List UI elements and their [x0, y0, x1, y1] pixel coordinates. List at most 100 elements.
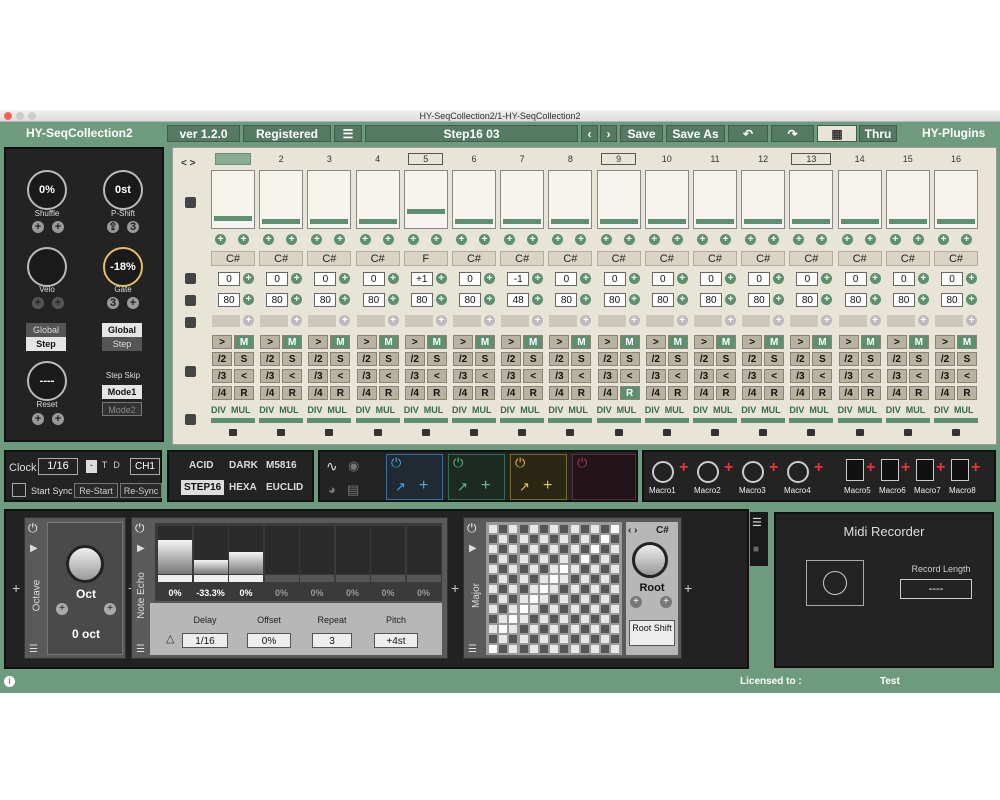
scale-cell[interactable] — [489, 545, 497, 553]
step-control-button[interactable]: M — [908, 335, 929, 349]
scale-cell[interactable] — [509, 595, 518, 603]
step-control-button[interactable]: > — [212, 335, 232, 349]
step-control-button[interactable]: R — [860, 386, 881, 400]
step-plus-icon[interactable]: + — [841, 234, 853, 245]
slot-plus-icon[interactable]: + — [917, 315, 929, 326]
echo-slider[interactable] — [158, 575, 192, 582]
slot-plus-icon[interactable]: + — [532, 315, 544, 326]
scale-cell[interactable] — [580, 645, 589, 653]
mul-button[interactable]: MUL — [713, 405, 733, 415]
scale-cell[interactable] — [601, 535, 610, 543]
open-icon[interactable]: ↗ — [395, 479, 406, 495]
mul-button[interactable]: MUL — [954, 405, 974, 415]
step-gate-bar[interactable] — [789, 418, 834, 423]
device-menu-icon[interactable]: ☰ — [468, 644, 477, 655]
scale-cell[interactable] — [580, 615, 589, 623]
step-velocity[interactable]: 80 — [555, 293, 578, 307]
scale-cell[interactable] — [591, 605, 599, 613]
mul-button[interactable]: MUL — [761, 405, 781, 415]
restart-button[interactable]: Re-Start — [74, 483, 118, 498]
step-control-button[interactable]: < — [619, 369, 640, 383]
scale-cell[interactable] — [540, 585, 548, 593]
scale-cell[interactable] — [529, 575, 538, 583]
scale-cell[interactable] — [519, 565, 528, 573]
lock-icon[interactable] — [566, 429, 575, 436]
slot-plus-icon[interactable]: + — [773, 315, 785, 326]
step-control-button[interactable]: R — [523, 386, 544, 400]
step-velocity[interactable]: 80 — [651, 293, 674, 307]
macro-knob[interactable] — [652, 461, 674, 483]
scale-cell[interactable] — [489, 595, 497, 603]
open-icon[interactable]: ↗ — [457, 479, 468, 495]
scale-cell[interactable] — [601, 615, 610, 623]
step-control-button[interactable]: /3 — [694, 369, 714, 383]
pshift-hold-button[interactable]: ⇪ — [107, 221, 119, 233]
scale-cell[interactable] — [550, 535, 559, 543]
scale-cell[interactable] — [519, 545, 528, 553]
step-control-button[interactable]: M — [812, 335, 833, 349]
step-control-button[interactable]: S — [860, 352, 881, 366]
step-number[interactable]: 15 — [885, 154, 931, 164]
scale-cell[interactable] — [529, 605, 538, 613]
scale-cell[interactable] — [509, 535, 518, 543]
echo-slider[interactable] — [229, 575, 263, 582]
step-control-button[interactable]: /3 — [501, 369, 522, 383]
step-control-button[interactable]: S — [667, 352, 688, 366]
scale-cell[interactable] — [570, 635, 579, 643]
scale-cell[interactable] — [601, 555, 610, 563]
macro-slot[interactable] — [951, 459, 969, 481]
step-control-button[interactable]: /4 — [886, 386, 907, 400]
scale-cell[interactable] — [489, 555, 497, 563]
echo-bar[interactable] — [193, 526, 228, 574]
echo-bar[interactable] — [335, 526, 370, 574]
scale-cell[interactable] — [591, 595, 599, 603]
camera-icon[interactable]: ◉ — [348, 458, 359, 474]
record-icon[interactable]: ◕ — [328, 482, 336, 497]
step-level-bar[interactable] — [500, 170, 545, 229]
step-control-button[interactable]: /4 — [790, 386, 811, 400]
step-note[interactable]: C# — [789, 251, 834, 266]
step-control-button[interactable]: < — [378, 369, 399, 383]
global-toggle-2[interactable]: Global — [102, 323, 142, 337]
gate-knob[interactable]: -18% — [103, 247, 143, 287]
step-empty-slot[interactable] — [453, 315, 481, 327]
scale-cell[interactable] — [611, 625, 620, 633]
mul-button[interactable]: MUL — [424, 405, 444, 415]
add-device-icon[interactable]: + — [684, 580, 692, 596]
step-note[interactable]: C# — [934, 251, 978, 266]
step-plus-icon[interactable]: + — [382, 234, 394, 245]
echo-bar[interactable] — [406, 526, 441, 574]
step-control-button[interactable]: /4 — [694, 386, 714, 400]
step-plus-icon[interactable]: + — [527, 234, 539, 245]
scale-cell[interactable] — [499, 575, 508, 583]
step-gate-bar[interactable] — [403, 418, 448, 423]
step-control-button[interactable]: M — [330, 335, 351, 349]
scale-cell[interactable] — [570, 545, 579, 553]
scale-cell[interactable] — [580, 595, 589, 603]
div-button[interactable]: DIV — [886, 405, 901, 415]
scale-cell[interactable] — [601, 525, 610, 533]
lock-icon[interactable] — [470, 429, 478, 436]
next-preset-icon[interactable]: › — [600, 125, 617, 142]
step-control-button[interactable]: < — [523, 369, 544, 383]
macro-add-icon[interactable]: + — [679, 459, 688, 477]
scale-cell[interactable] — [550, 615, 559, 623]
scale-cell[interactable] — [591, 635, 599, 643]
macro-add-icon[interactable]: + — [901, 459, 910, 477]
step-octave[interactable]: 0 — [266, 272, 289, 286]
resync-button[interactable]: Re-Sync — [120, 483, 162, 498]
metronome-icon[interactable]: △ — [166, 632, 174, 645]
start-sync-checkbox[interactable] — [12, 483, 26, 497]
step-control-button[interactable]: > — [501, 335, 522, 349]
step-plus-icon[interactable]: + — [575, 234, 587, 245]
step-control-button[interactable]: > — [549, 335, 570, 349]
div-button[interactable]: DIV — [452, 405, 467, 415]
scale-cell[interactable] — [560, 555, 569, 563]
step-gate-bar[interactable] — [596, 418, 641, 423]
step-note[interactable]: C# — [355, 251, 400, 266]
scale-cell[interactable] — [580, 545, 589, 553]
scale-cell[interactable] — [570, 555, 579, 563]
scale-cell[interactable] — [591, 525, 599, 533]
step-control-button[interactable]: M — [475, 335, 495, 349]
step-control-button[interactable]: /4 — [501, 386, 522, 400]
